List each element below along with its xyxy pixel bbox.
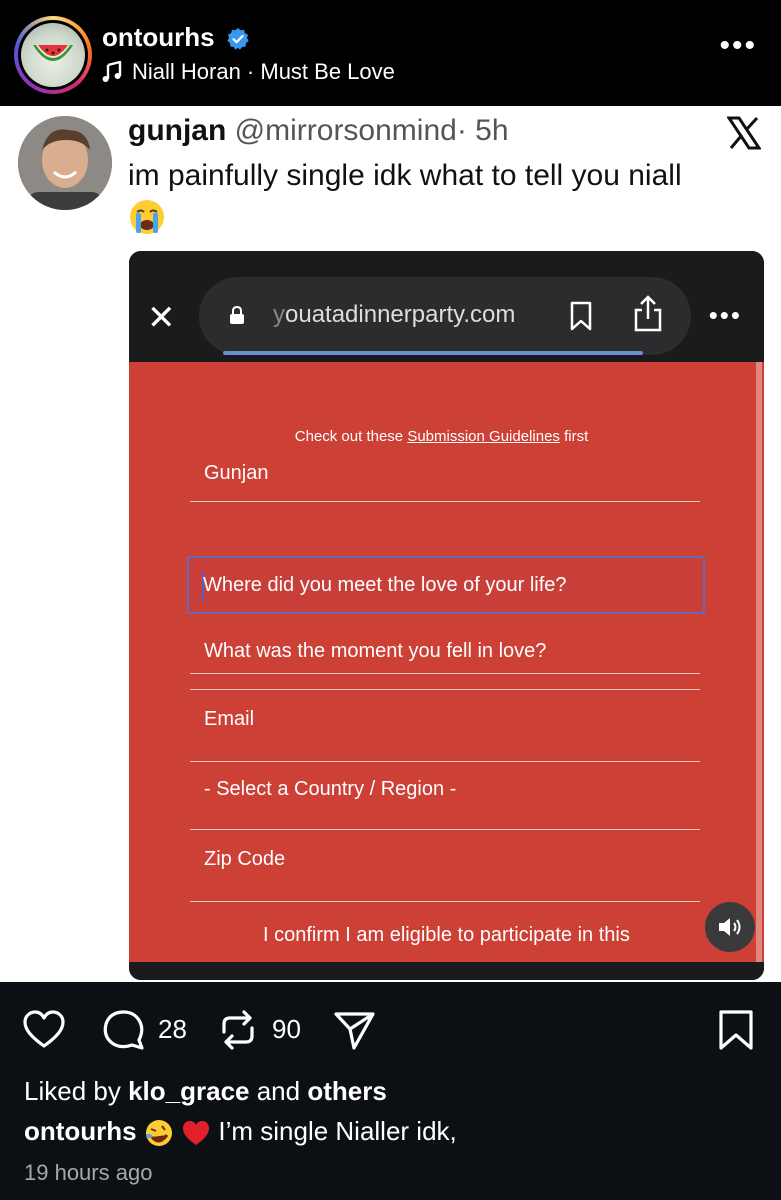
- lock-icon: [230, 305, 244, 324]
- post-header: ontourhs Niall Horan · Must Be Love •••: [0, 0, 781, 106]
- comment-bubble-icon: [103, 1010, 144, 1050]
- url-text: youatadinnerparty.com: [273, 301, 516, 328]
- watermelon-icon: [33, 45, 73, 61]
- like-button[interactable]: [22, 1008, 66, 1057]
- liked-by-others[interactable]: others: [307, 1076, 386, 1106]
- submission-form: Check out these Submission Guidelines fi…: [129, 362, 764, 962]
- speaker-icon: [719, 918, 741, 936]
- name-field[interactable]: Gunjan: [190, 440, 700, 502]
- tweet-time: · 5h: [456, 114, 509, 147]
- scrollbar[interactable]: [756, 362, 762, 962]
- send-paper-plane-icon: [334, 1012, 375, 1050]
- post-caption: ontourhs I’m single Nialler idk,: [24, 1116, 457, 1148]
- tweet-author-avatar: [18, 116, 112, 210]
- tweet-header: gunjan @mirrorsonmind· 5h: [128, 114, 509, 148]
- audio-track-link[interactable]: Niall Horan · Must Be Love: [102, 59, 395, 85]
- close-icon[interactable]: ✕: [147, 301, 176, 335]
- watermelon-avatar-image: [21, 23, 85, 87]
- zip-code-field[interactable]: Zip Code: [190, 840, 700, 902]
- browser-bottom-bar: [129, 962, 764, 980]
- bookmark-icon[interactable]: [569, 301, 593, 331]
- fell-in-love-moment-field[interactable]: What was the moment you fell in love?: [190, 630, 700, 690]
- post-timestamp: 19 hours ago: [24, 1160, 153, 1185]
- liked-by-user[interactable]: klo_grace: [128, 1076, 249, 1106]
- tweet-text: im painfully single idk what to tell you…: [128, 156, 758, 236]
- audio-track-label: Niall Horan · Must Be Love: [132, 59, 395, 84]
- profile-avatar[interactable]: [14, 16, 92, 94]
- sound-toggle-button[interactable]: [705, 902, 755, 952]
- post-username[interactable]: ontourhs: [102, 22, 215, 53]
- x-logo-icon: [727, 116, 761, 150]
- tweet-author-handle[interactable]: @mirrorsonmind: [235, 114, 457, 147]
- share-button[interactable]: [332, 1008, 376, 1057]
- address-bar[interactable]: youatadinnerparty.com: [199, 277, 691, 355]
- post-actions: 28 90 Liked by klo_grace and others onto…: [0, 982, 781, 1200]
- likes-summary[interactable]: Liked by klo_grace and others: [24, 1076, 387, 1107]
- red-heart-icon: [183, 1121, 210, 1146]
- verified-badge-icon: [227, 28, 249, 50]
- tweet-card: gunjan @mirrorsonmind· 5h im painfully s…: [0, 106, 781, 982]
- eligibility-confirm-label[interactable]: I confirm I am eligible to participate i…: [263, 924, 630, 947]
- music-note-icon: [102, 61, 122, 82]
- browser-toolbar: ✕ youatadinnerparty.com •••: [129, 251, 764, 362]
- love-of-life-question-field[interactable]: Where did you meet the love of your life…: [187, 556, 705, 614]
- caption-text: I’m single Nialler idk,: [218, 1116, 457, 1146]
- email-field[interactable]: Email: [190, 700, 700, 762]
- comment-button[interactable]: [102, 1008, 146, 1057]
- repost-button[interactable]: [216, 1008, 260, 1057]
- person-avatar-icon: [18, 116, 112, 210]
- save-button[interactable]: [714, 1008, 758, 1057]
- comment-count: 28: [158, 1014, 187, 1044]
- rolling-laughing-face-icon: [145, 1120, 172, 1147]
- loudly-crying-face-icon: [130, 200, 164, 235]
- page-load-progress: [223, 351, 643, 355]
- caption-username[interactable]: ontourhs: [24, 1116, 137, 1146]
- country-region-select[interactable]: - Select a Country / Region -: [190, 770, 700, 830]
- repost-count: 90: [272, 1014, 301, 1044]
- bookmark-icon: [719, 1010, 753, 1050]
- more-options-button[interactable]: •••: [719, 31, 757, 61]
- repost-icon: [222, 1010, 254, 1050]
- heart-icon: [23, 1010, 65, 1048]
- browser-more-button[interactable]: •••: [709, 302, 742, 328]
- tweet-author-name[interactable]: gunjan: [128, 114, 226, 147]
- embedded-screenshot: ✕ youatadinnerparty.com ••• Check out th…: [129, 251, 764, 980]
- share-icon[interactable]: [633, 295, 663, 333]
